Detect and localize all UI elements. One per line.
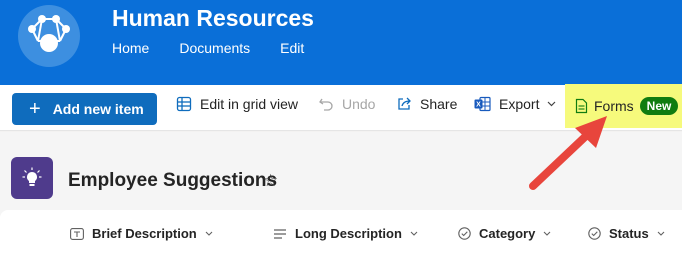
column-label: Status	[609, 226, 649, 241]
column-label: Long Description	[295, 226, 402, 241]
site-logo-icon[interactable]	[18, 5, 80, 67]
column-brief-description[interactable]: Brief Description	[70, 226, 221, 241]
share-button[interactable]: Share	[396, 96, 457, 112]
column-long-description[interactable]: Long Description	[273, 226, 426, 241]
column-status[interactable]: Status	[588, 226, 673, 241]
share-label: Share	[420, 96, 458, 112]
form-icon	[575, 98, 588, 114]
site-header: Human Resources Home Documents Edit	[0, 0, 682, 85]
edit-grid-view-label: Edit in grid view	[200, 96, 299, 112]
lines-column-icon	[274, 228, 286, 239]
text-column-icon	[70, 227, 84, 240]
forms-label: Forms	[594, 98, 634, 114]
edit-grid-view-button[interactable]: Edit in grid view	[176, 96, 298, 112]
choice-column-icon	[458, 227, 471, 240]
star-icon[interactable]: ☆	[263, 171, 278, 191]
nav-documents[interactable]: Documents	[179, 40, 250, 56]
chevron-down-icon	[543, 231, 551, 236]
column-category[interactable]: Category	[458, 226, 559, 241]
undo-icon	[319, 98, 333, 111]
add-new-item-label: Add new item	[52, 101, 144, 117]
column-label: Category	[479, 226, 536, 241]
choice-column-icon	[588, 227, 601, 240]
chevron-down-icon	[205, 231, 213, 236]
nav-edit[interactable]: Edit	[280, 40, 304, 56]
undo-button[interactable]: Undo	[318, 96, 375, 112]
plus-icon: +	[29, 98, 41, 120]
share-icon	[398, 97, 411, 110]
chevron-down-icon	[548, 101, 556, 107]
site-nav: Home Documents Edit	[112, 40, 334, 56]
excel-icon: X	[474, 96, 491, 112]
new-badge: New	[639, 97, 679, 115]
undo-label: Undo	[342, 96, 376, 112]
lightbulb-icon	[11, 157, 53, 199]
add-new-item-button[interactable]: + Add new item	[12, 93, 157, 125]
list-title: Employee Suggestions	[68, 170, 278, 191]
list-header-row: Brief Description Long Description Categ…	[0, 210, 682, 261]
svg-text:X: X	[476, 102, 481, 109]
site-title[interactable]: Human Resources	[112, 5, 314, 32]
grid-icon	[176, 96, 192, 112]
chevron-down-icon	[657, 231, 665, 236]
export-label: Export	[499, 96, 540, 112]
export-button[interactable]: X Export	[474, 96, 564, 112]
column-label: Brief Description	[92, 226, 197, 241]
chevron-down-icon	[410, 231, 418, 236]
forms-button[interactable]: Forms New	[575, 97, 679, 115]
list-content: Employee Suggestions ☆ Brief Description…	[0, 132, 682, 261]
nav-home[interactable]: Home	[112, 40, 149, 56]
